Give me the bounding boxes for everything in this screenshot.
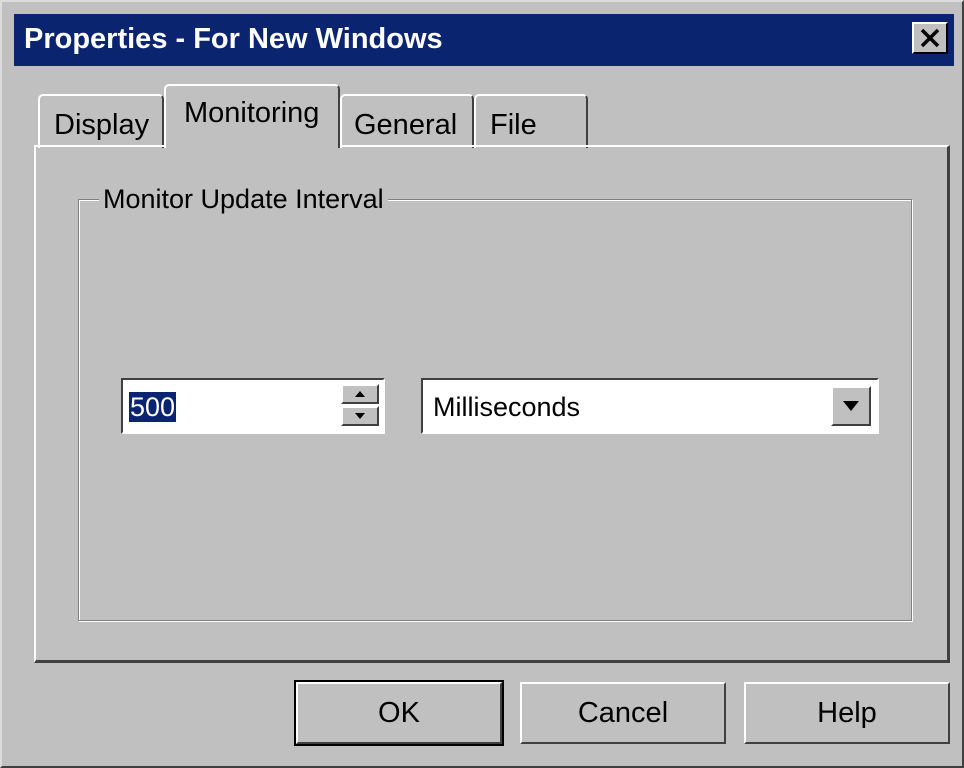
arrow-up-icon [355,391,365,397]
tab-panel-monitoring: Monitor Update Interval 500 Milliseconds [34,145,950,663]
unit-dropdown[interactable]: Milliseconds [421,378,879,434]
ok-button[interactable]: OK [294,680,504,746]
unit-selected-value: Milliseconds [433,392,581,422]
dropdown-button[interactable] [831,386,871,426]
tab-monitoring-label: Monitoring [184,97,320,129]
monitor-update-interval-group: Monitor Update Interval 500 Milliseconds [78,182,912,621]
help-button[interactable]: Help [744,682,950,744]
properties-dialog: Properties - For New Windows Display Mon… [0,0,964,768]
window-title: Properties - For New Windows [24,23,443,55]
title-bar[interactable]: Properties - For New Windows [14,14,954,66]
interval-input[interactable]: 500 [129,392,177,422]
tab-file[interactable]: File [474,94,588,148]
spin-up-button[interactable] [341,384,379,404]
tab-display[interactable]: Display [38,94,164,148]
chevron-down-icon [843,401,859,411]
tab-general-label: General [354,109,458,141]
interval-spinner[interactable]: 500 [121,378,385,434]
close-icon [920,28,940,48]
tab-general[interactable]: General [340,94,474,148]
close-button[interactable] [912,22,948,54]
group-label: Monitor Update Interval [99,182,388,216]
tab-file-label: File [490,109,537,141]
spin-down-button[interactable] [341,406,379,426]
arrow-down-icon [355,413,365,419]
cancel-button[interactable]: Cancel [520,682,726,744]
tab-display-label: Display [54,109,150,141]
tab-monitoring[interactable]: Monitoring [164,84,340,148]
